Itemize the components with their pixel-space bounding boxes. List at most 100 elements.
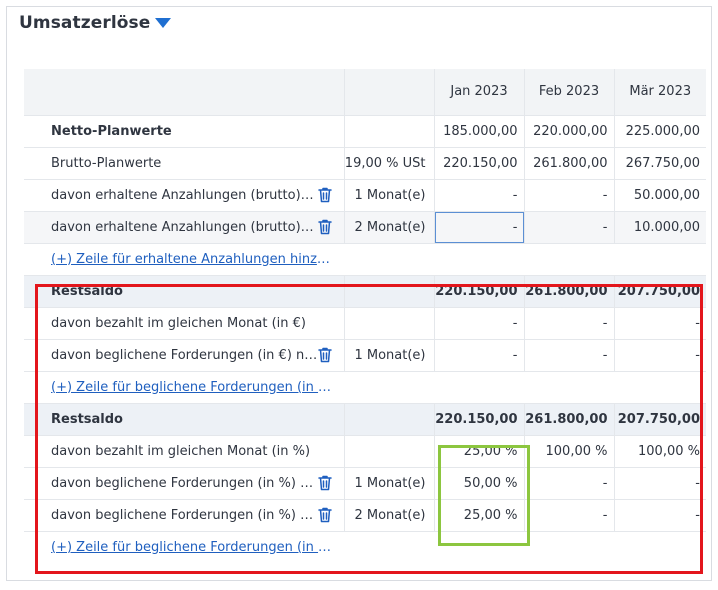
cell-value: - xyxy=(512,187,518,203)
collapse-caret-icon[interactable] xyxy=(155,18,171,28)
row-label: Netto-Planwerte xyxy=(51,123,172,139)
value-cell[interactable]: 220.150,00 xyxy=(434,146,525,179)
value-cell[interactable]: 267.750,00 xyxy=(614,146,706,179)
table-row: Netto-Planwerte 185.000,00 220.000,00 225.0… xyxy=(24,114,706,147)
cell-value: 261.800,00 xyxy=(533,155,608,171)
trash-icon[interactable] xyxy=(317,507,332,523)
row-label: davon beglichene Forderungen (in €) nach xyxy=(51,347,318,363)
add-row: (+) Zeile für beglichene Forderungen (in… xyxy=(24,370,706,403)
row-label: davon bezahlt im gleichen Monat (in %) xyxy=(51,443,311,459)
value-cell[interactable]: 261.800,00 xyxy=(524,274,615,307)
row-param-cell[interactable] xyxy=(344,306,435,339)
value-cell[interactable]: - xyxy=(524,178,615,211)
value-cell[interactable]: 50,00 % xyxy=(434,466,525,499)
cell-value: 225.000,00 xyxy=(625,123,700,139)
table-header-row: Jan 2023 Feb 2023 Mär 2023 xyxy=(24,69,706,115)
cell-value: 261.800,00 xyxy=(525,411,608,427)
table-row: davon bezahlt im gleichen Monat (in €) - -… xyxy=(24,306,706,339)
restsaldo-row: Restsaldo 220.150,00 261.800,00 207.750,00 xyxy=(24,402,706,435)
value-cell[interactable]: 261.800,00 xyxy=(524,402,615,435)
row-param-cell[interactable] xyxy=(344,402,435,435)
value-cell[interactable]: 100,00 % xyxy=(614,434,706,467)
trash-icon[interactable] xyxy=(317,187,332,203)
row-param-cell[interactable] xyxy=(344,434,435,467)
row-label-cell: davon bezahlt im gleichen Monat (in %) xyxy=(24,434,345,467)
cell-value: - xyxy=(695,347,700,363)
add-row-link[interactable]: (+) Zeile für beglichene Forderungen (in… xyxy=(51,380,336,395)
row-label: Restsaldo xyxy=(51,411,123,427)
value-cell[interactable]: - xyxy=(614,338,706,371)
revenue-table: Jan 2023 Feb 2023 Mär 2023 Netto-Planwerte 1… xyxy=(24,69,706,563)
add-row: (+) Zeile für erhaltene Anzahlungen hinz… xyxy=(24,242,706,275)
add-row-link[interactable]: (+) Zeile für beglichene Forderungen (in… xyxy=(51,540,336,555)
cell-value: - xyxy=(602,187,608,203)
row-label-cell: Brutto-Planwerte xyxy=(24,146,345,179)
value-cell[interactable]: - xyxy=(524,466,615,499)
value-cell[interactable]: 10.000,00 xyxy=(614,210,706,243)
selected-cell-outline xyxy=(434,212,523,243)
row-label-cell: davon beglichene Forderungen (in %) nach xyxy=(24,466,345,499)
cell-value: 50,00 % xyxy=(463,475,518,491)
row-param-cell[interactable]: 2 Monat(e) xyxy=(344,210,435,243)
cell-value: - xyxy=(512,347,518,363)
row-label: davon beglichene Forderungen (in %) nach xyxy=(51,507,318,523)
value-cell[interactable]: 207.750,00 xyxy=(614,274,706,307)
value-cell[interactable]: 25,00 % xyxy=(434,434,525,467)
value-cell[interactable]: 220.000,00 xyxy=(524,114,615,147)
value-cell[interactable]: - xyxy=(614,306,706,339)
value-cell[interactable]: 261.800,00 xyxy=(524,146,615,179)
table-row: davon beglichene Forderungen (in €) nach… xyxy=(24,338,706,371)
row-param-cell[interactable]: 19,00 % USt xyxy=(344,146,435,179)
row-label-cell: davon erhaltene Anzahlungen (brutto) (in… xyxy=(24,210,345,243)
value-cell[interactable]: - xyxy=(614,466,706,499)
value-cell[interactable]: - xyxy=(524,498,615,531)
cell-value: 25,00 % xyxy=(463,507,518,523)
row-label: davon beglichene Forderungen (in %) nach xyxy=(51,475,318,491)
trash-icon[interactable] xyxy=(317,475,332,491)
cell-value: 50.000,00 xyxy=(633,187,700,203)
trash-icon[interactable] xyxy=(317,347,332,363)
add-row-link[interactable]: (+) Zeile für erhaltene Anzahlungen hinz… xyxy=(51,252,336,267)
row-param-cell[interactable]: 1 Monat(e) xyxy=(344,466,435,499)
cell-value: - xyxy=(602,475,608,491)
cell-value: 220.150,00 xyxy=(435,411,518,427)
value-cell[interactable]: 100,00 % xyxy=(524,434,615,467)
value-cell[interactable]: - xyxy=(434,338,525,371)
value-cell[interactable]: - xyxy=(524,210,615,243)
row-label-cell: Restsaldo xyxy=(24,274,345,307)
cell-value: 267.750,00 xyxy=(625,155,700,171)
row-label: Restsaldo xyxy=(51,283,123,299)
cell-value: - xyxy=(695,315,700,331)
cell-value: - xyxy=(602,507,608,523)
row-param-cell[interactable] xyxy=(344,114,435,147)
cell-value: - xyxy=(602,219,608,235)
row-param-cell[interactable]: 2 Monat(e) xyxy=(344,498,435,531)
row-param-cell[interactable]: 1 Monat(e) xyxy=(344,338,435,371)
value-cell[interactable]: - xyxy=(434,306,525,339)
trash-icon[interactable] xyxy=(317,219,332,235)
value-cell[interactable]: - xyxy=(614,498,706,531)
column-header: Mär 2023 xyxy=(614,69,706,115)
cell-value: 10.000,00 xyxy=(633,219,700,235)
row-param-cell[interactable] xyxy=(344,274,435,307)
row-param-cell[interactable]: 1 Monat(e) xyxy=(344,178,435,211)
value-cell[interactable]: - xyxy=(524,338,615,371)
value-cell[interactable]: 185.000,00 xyxy=(434,114,525,147)
cell-value: 220.150,00 xyxy=(435,283,518,299)
restsaldo-row: Restsaldo 220.150,00 261.800,00 207.750,00 xyxy=(24,274,706,307)
value-cell[interactable]: 25,00 % xyxy=(434,498,525,531)
value-cell[interactable]: 220.150,00 xyxy=(434,274,525,307)
cell-value: - xyxy=(602,347,608,363)
value-cell[interactable]: - xyxy=(434,178,525,211)
cell-value: 100,00 % xyxy=(638,443,700,459)
value-cell[interactable]: 207.750,00 xyxy=(614,402,706,435)
table-row: Brutto-Planwerte 19,00 % USt 220.150,00 261… xyxy=(24,146,706,179)
value-cell[interactable]: 50.000,00 xyxy=(614,178,706,211)
value-cell[interactable]: - xyxy=(434,210,525,243)
value-cell[interactable]: 220.150,00 xyxy=(434,402,525,435)
cell-value: - xyxy=(695,475,700,491)
value-cell[interactable]: 225.000,00 xyxy=(614,114,706,147)
cell-value: - xyxy=(695,507,700,523)
row-label-cell: Restsaldo xyxy=(24,402,345,435)
value-cell[interactable]: - xyxy=(524,306,615,339)
